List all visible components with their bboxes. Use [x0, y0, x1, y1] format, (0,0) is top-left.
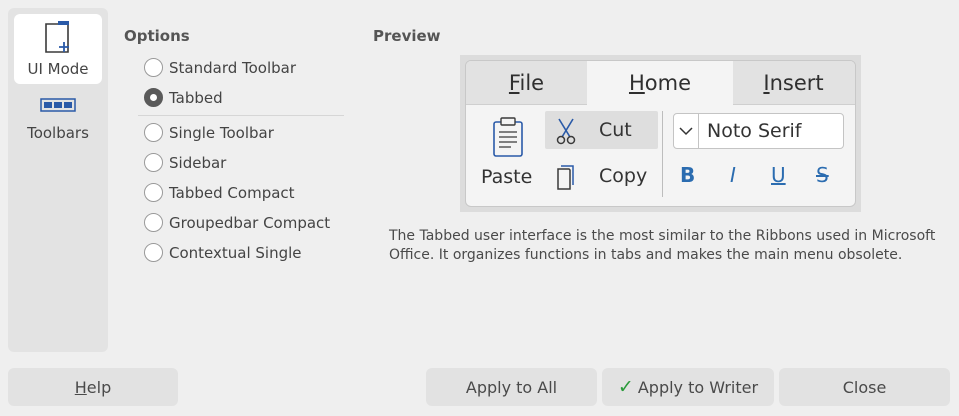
option-single-toolbar[interactable]: Single Toolbar [144, 123, 274, 142]
toolbars-icon [40, 98, 76, 112]
preview-paste-label: Paste [481, 166, 533, 188]
preview-tab-home: Home [587, 61, 733, 106]
option-sidebar[interactable]: Sidebar [144, 153, 226, 172]
preview-tab-file: File [508, 71, 545, 95]
option-groupedbar-compact[interactable]: Groupedbar Compact [144, 213, 330, 232]
apply-to-writer-button[interactable]: ✓ Apply to Writer [602, 368, 774, 406]
option-label: Single Toolbar [169, 123, 274, 142]
preview-font-box: Noto Serif [673, 113, 844, 149]
option-label: Tabbed Compact [169, 183, 295, 202]
scissors-icon [556, 118, 576, 145]
help-label: elp [86, 377, 112, 397]
option-label: Sidebar [169, 153, 227, 172]
category-sidebar: UI Mode Toolbars [8, 8, 108, 352]
radio-button[interactable] [144, 213, 163, 232]
dropdown-separator [698, 114, 699, 148]
help-button[interactable]: Help [8, 368, 178, 406]
mode-description: The Tabbed user interface is the most si… [389, 228, 936, 263]
apply-to-writer-label: Apply to Writer [637, 377, 759, 397]
radio-button[interactable] [144, 123, 163, 142]
radio-button-selected[interactable] [144, 88, 163, 107]
apply-to-all-button[interactable]: Apply to All [426, 368, 597, 406]
option-tabbed[interactable]: Tabbed [144, 88, 223, 107]
preview-ribbon: File Home Insert Paste Cut Copy Noto Ser… [465, 60, 856, 207]
ui-mode-icon [45, 21, 69, 53]
options-separator [138, 115, 344, 116]
radio-button[interactable] [144, 153, 163, 172]
chevron-down-icon [679, 127, 693, 136]
checkmark-icon: ✓ [617, 376, 634, 398]
bold-icon: B [680, 163, 696, 187]
radio-button[interactable] [144, 58, 163, 77]
paste-icon [493, 117, 523, 157]
option-tabbed-compact[interactable]: Tabbed Compact [144, 183, 295, 202]
option-standard-toolbar[interactable]: Standard Toolbar [144, 58, 296, 77]
help-mnemonic: H [74, 377, 87, 397]
option-contextual-single[interactable]: Contextual Single [144, 243, 302, 262]
preview-tab-insert: Insert [763, 71, 824, 95]
strikethrough-icon: S [816, 163, 829, 187]
option-label: Standard Toolbar [169, 58, 297, 77]
underline-icon: U [771, 163, 786, 187]
options-title: Options [124, 27, 190, 45]
toolbars-label: Toolbars [27, 124, 89, 142]
preview-font-name: Noto Serif [707, 120, 802, 142]
ui-mode-category[interactable]: UI Mode [14, 14, 102, 84]
copy-icon [557, 165, 574, 190]
preview-copy-label: Copy [599, 165, 648, 187]
preview-title: Preview [373, 27, 441, 45]
radio-button[interactable] [144, 243, 163, 262]
preview-separator [662, 111, 663, 197]
preview-image: File Home Insert Paste Cut Copy Noto Ser… [460, 55, 861, 212]
option-label: Tabbed [169, 88, 223, 107]
ui-mode-label: UI Mode [27, 60, 89, 78]
radio-button[interactable] [144, 183, 163, 202]
close-button[interactable]: Close [779, 368, 950, 406]
italic-icon: I [730, 163, 736, 187]
option-label: Groupedbar Compact [169, 213, 331, 232]
toolbars-category[interactable]: Toolbars [14, 94, 102, 154]
preview-cut-label: Cut [599, 119, 632, 141]
preview-tab-bar: File Home Insert [466, 61, 855, 106]
option-label: Contextual Single [169, 243, 302, 262]
